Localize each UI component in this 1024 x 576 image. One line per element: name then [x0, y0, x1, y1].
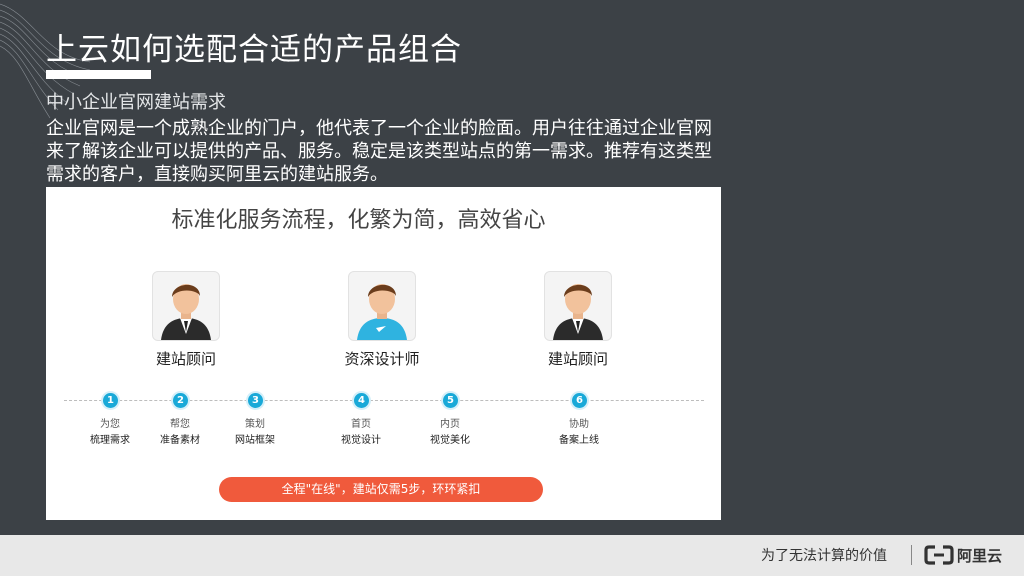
- title-underline: [46, 70, 151, 79]
- service-flow-panel: 标准化服务流程，化繁为简，高效省心 建站顾问 资深设计师 建站顾问 1 2 3 …: [46, 187, 721, 520]
- slide-subtitle: 中小企业官网建站需求: [46, 92, 226, 113]
- role-label: 建站顾问: [155, 350, 216, 368]
- brand-name: 阿里云: [957, 547, 1003, 565]
- step-label: 网站框架: [235, 435, 275, 446]
- body-paragraph: 企业官网是一个成熟企业的门户，他代表了一个企业的脸面。用户往往通过企业官网来了解…: [46, 118, 712, 185]
- aliyun-logo-icon: [924, 545, 954, 565]
- step-caption: 为您: [100, 419, 120, 430]
- step-caption: 内页: [440, 419, 460, 430]
- role-label: 资深设计师: [344, 350, 420, 368]
- summary-banner: 全程"在线"，建站仅需5步，环环紧扣: [219, 477, 543, 502]
- consultant-avatar-icon: [544, 271, 612, 341]
- step-number-badge: 3: [248, 393, 263, 408]
- step-label: 准备素材: [160, 435, 200, 446]
- step-label: 梳理需求: [90, 435, 130, 446]
- step-label: 视觉美化: [430, 435, 470, 446]
- panel-title: 标准化服务流程，化繁为简，高效省心: [171, 208, 546, 233]
- consultant-avatar-icon: [152, 271, 220, 341]
- step-caption: 帮您: [170, 419, 190, 430]
- step-caption: 策划: [245, 419, 265, 430]
- step-number-badge: 2: [173, 393, 188, 408]
- step-label: 视觉设计: [341, 435, 381, 446]
- footer-divider: [911, 545, 912, 565]
- step-caption: 首页: [351, 419, 371, 430]
- role-label: 建站顾问: [547, 350, 608, 368]
- step-number-badge: 4: [354, 393, 369, 408]
- process-timeline: [64, 400, 704, 401]
- step-caption: 协助: [569, 419, 589, 430]
- slide-title: 上云如何选配合适的产品组合: [46, 32, 462, 68]
- step-number-badge: 5: [443, 393, 458, 408]
- footer-bar: 为了无法计算的价值 阿里云: [0, 535, 1024, 576]
- designer-avatar-icon: [348, 271, 416, 341]
- step-number-badge: 1: [103, 393, 118, 408]
- step-number-badge: 6: [572, 393, 587, 408]
- footer-slogan: 为了无法计算的价值: [761, 548, 887, 564]
- step-label: 备案上线: [559, 435, 599, 446]
